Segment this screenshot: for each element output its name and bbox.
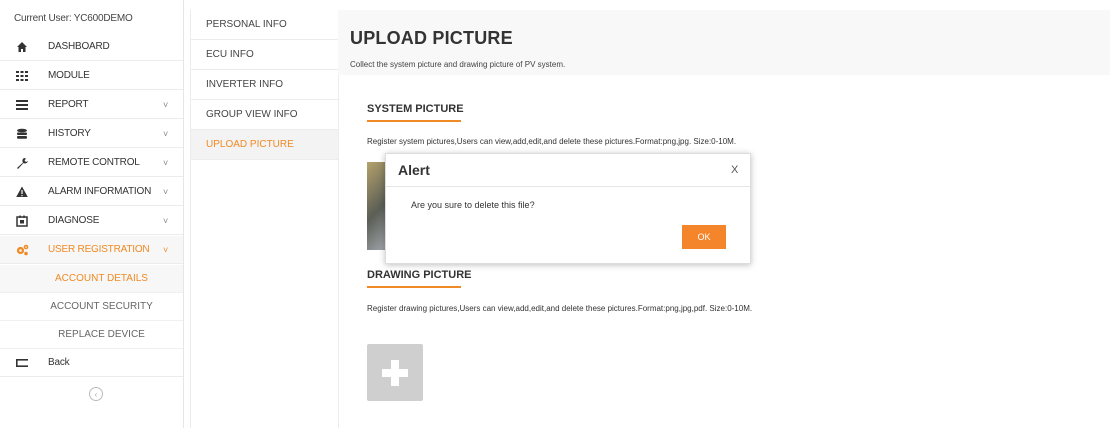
chevron-down-icon: ˅ [163, 186, 169, 197]
add-drawing-button[interactable] [367, 344, 423, 401]
chevron-down-icon: ˅ [163, 157, 169, 168]
alert-dialog: Alert X Are you sure to delete this file… [385, 153, 751, 264]
close-button[interactable]: X [731, 164, 738, 176]
nav-back[interactable]: Back [0, 349, 183, 377]
info-tabs: PERSONAL INFO ECU INFO INVERTER INFO GRO… [190, 10, 339, 428]
alert-header: Alert X [386, 154, 750, 187]
nav-remote-control-label: REMOTE CONTROL [48, 157, 140, 168]
collapse-sidebar-button[interactable]: ‹ [89, 387, 103, 401]
nav-report[interactable]: REPORT ˅ [0, 91, 183, 119]
nav-diagnose-label: DIAGNOSE [48, 215, 100, 226]
nav-dashboard-label: DASHBOARD [48, 41, 110, 52]
home-icon [15, 40, 29, 54]
plus-icon [382, 359, 408, 386]
grid-icon [15, 69, 29, 83]
tab-personal-info[interactable]: PERSONAL INFO [191, 10, 338, 40]
nav-diagnose[interactable]: DIAGNOSE ˅ [0, 207, 183, 235]
section-underline [367, 286, 461, 288]
nav-module[interactable]: MODULE [0, 62, 183, 90]
tab-group-view-info[interactable]: GROUP VIEW INFO [191, 100, 338, 130]
page-title: UPLOAD PICTURE [350, 28, 513, 48]
nav-user-registration-label: USER REGISTRATION [48, 244, 150, 255]
nav-module-label: MODULE [48, 70, 90, 81]
nav-dashboard[interactable]: DASHBOARD [0, 33, 183, 61]
nav-alarm-information[interactable]: ALARM INFORMATION ˅ [0, 178, 183, 206]
nav-back-label: Back [48, 357, 70, 368]
chevron-down-icon: ˅ [163, 244, 169, 255]
drawing-picture-description: Register drawing pictures,Users can view… [367, 304, 753, 313]
list-icon [15, 98, 29, 112]
nav-remote-control[interactable]: REMOTE CONTROL ˅ [0, 149, 183, 177]
tab-ecu-info[interactable]: ECU INFO [191, 40, 338, 70]
chevron-down-icon: ˅ [163, 215, 169, 226]
page-header: UPLOAD PICTURE Collect the system pictur… [338, 10, 1110, 75]
nav-history[interactable]: HISTORY ˅ [0, 120, 183, 148]
warning-icon [15, 185, 29, 199]
drawing-picture-title: DRAWING PICTURE [367, 269, 472, 281]
alert-title: Alert [398, 162, 430, 178]
system-picture-description: Register system pictures,Users can view,… [367, 137, 737, 146]
sidebar: Current User: YC600DEMO DASHBOARD MODULE… [0, 0, 184, 428]
tab-upload-picture[interactable]: UPLOAD PICTURE [191, 130, 338, 160]
nav-user-registration[interactable]: USER REGISTRATION ˅ [0, 236, 183, 264]
nav-alarm-information-label: ALARM INFORMATION [48, 186, 152, 197]
diagnose-icon [15, 214, 29, 228]
gears-icon [15, 243, 29, 257]
sub-replace-device[interactable]: REPLACE DEVICE [0, 321, 183, 349]
back-icon [15, 356, 29, 370]
current-user-label: Current User: YC600DEMO [14, 13, 133, 24]
page-description: Collect the system picture and drawing p… [350, 60, 566, 69]
sub-account-details[interactable]: ACCOUNT DETAILS [0, 265, 183, 293]
chevron-down-icon: ˅ [163, 99, 169, 110]
alert-message: Are you sure to delete this file? [411, 200, 535, 210]
sub-account-security[interactable]: ACCOUNT SECURITY [0, 293, 183, 321]
chevron-down-icon: ˅ [163, 128, 169, 139]
section-underline [367, 120, 461, 122]
wrench-icon [15, 156, 29, 170]
database-icon [15, 127, 29, 141]
system-picture-title: SYSTEM PICTURE [367, 103, 464, 115]
nav-history-label: HISTORY [48, 128, 91, 139]
nav-report-label: REPORT [48, 99, 89, 110]
ok-button[interactable]: OK [682, 225, 726, 249]
tab-inverter-info[interactable]: INVERTER INFO [191, 70, 338, 100]
